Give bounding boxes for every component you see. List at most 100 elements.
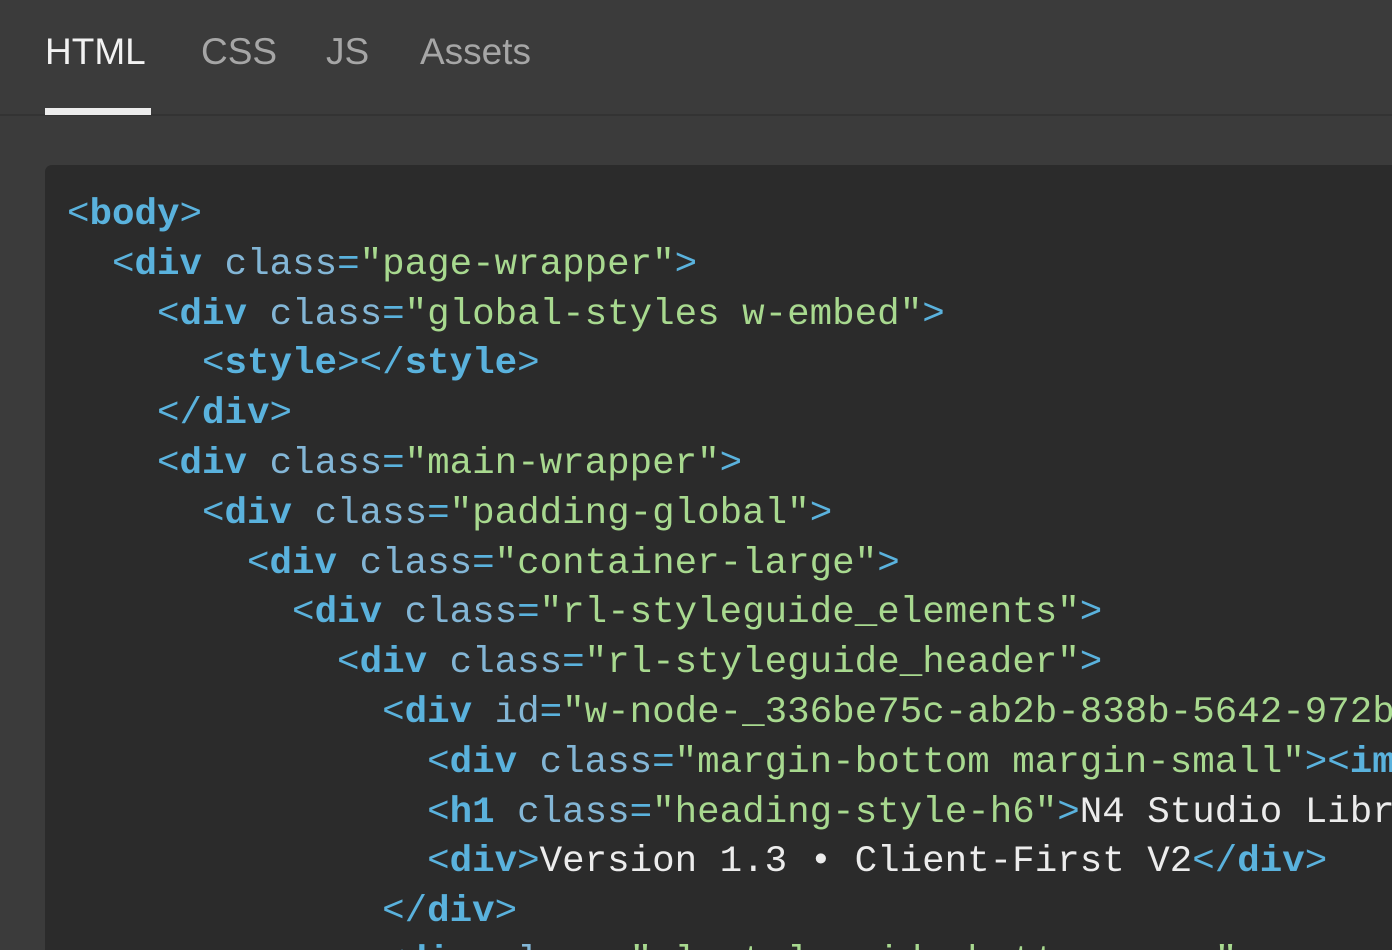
code-token: "padding-global" [449,492,810,535]
code-line[interactable]: <div class="padding-global"> [67,490,1392,540]
code-token: div [359,642,428,685]
code-line[interactable]: </div> [67,390,1392,440]
code-token: = [607,941,630,950]
code-token: class [404,592,518,635]
code-token: N4 Studio Library [1079,791,1392,834]
code-line[interactable]: <body> [67,191,1392,241]
code-token: < [337,642,360,685]
code-token: div [224,492,293,535]
code-token: > [1079,642,1103,685]
code-token: < [67,194,90,236]
code-token: = [472,542,495,585]
code-token: = [562,642,585,685]
tab-css[interactable]: CSS [201,30,277,74]
code-token: div [179,293,248,336]
code-token: > [517,841,540,884]
code-token: div [449,741,518,784]
code-token: "rl-styleguide_elements" [539,592,1080,635]
code-token: < [382,941,405,950]
code-token: "global-styles w-embed" [404,293,923,336]
code-panel[interactable]: <body> <div class="page-wrapper"> <div c… [45,165,1392,950]
code-token: > [922,293,945,336]
active-tab-indicator [45,108,151,115]
code-token: > [269,393,293,436]
code-line[interactable]: <div>Version 1.3 • Client-First V2</div> [67,838,1392,888]
tab-js[interactable]: JS [326,30,369,74]
code-token: class [539,741,653,784]
code-token: Version 1.3 • Client-First V2 [539,841,1193,884]
code-token: < [292,592,315,635]
code-token: = [652,741,675,784]
code-editor-window: HTML CSS JS Assets <body> <div class="pa… [0,0,1392,950]
code-line[interactable]: </div> [67,888,1392,938]
code-line[interactable]: <div id="w-node-_336be75c-ab2b-838b-5642… [67,689,1392,739]
code-line[interactable]: <style></style> [67,340,1392,390]
code-line[interactable]: <div class="global-styles w-embed"> [67,291,1392,341]
code-token: < [202,492,225,535]
code-token: < [157,293,180,336]
code-token: </ [382,891,428,934]
tab-html[interactable]: HTML [45,30,146,74]
code-line[interactable]: <div class="rl-styleguide_elements"> [67,589,1392,639]
code-token: "page-wrapper" [359,243,675,286]
code-token: > [877,542,900,585]
code-token: h1 [449,791,495,834]
code-line[interactable]: <div class="page-wrapper"> [67,241,1392,291]
code-token: = [539,691,563,734]
code-token: < [112,243,135,286]
code-token: div [134,243,203,286]
code-token: ></ [337,343,405,386]
code-token: "main-wrapper" [404,442,720,485]
code-token: "rl-styleguide_buttons-row" [630,941,1238,950]
code-token: class [269,442,383,485]
code-token: div [179,442,248,485]
code-line[interactable]: <div class="rl-styleguide_header"> [67,639,1392,689]
code-token: class [495,941,608,950]
code-token: = [427,492,450,535]
code-block[interactable]: <body> <div class="page-wrapper"> <div c… [67,191,1392,950]
code-token: > [674,243,698,286]
code-token: > [1057,791,1080,834]
tab-bar: HTML CSS JS Assets [0,0,1392,116]
code-token: < [157,442,180,485]
code-token: > [494,891,518,934]
code-token: </ [157,393,203,436]
code-line[interactable]: <div class="main-wrapper"> [67,440,1392,490]
code-token: class [517,791,630,834]
code-token: >< [1304,741,1350,784]
code-line[interactable]: <div class="container-large"> [67,540,1392,590]
code-token: div [449,841,518,884]
code-token: "rl-styleguide_header" [584,642,1080,685]
code-line[interactable]: <div class="margin-bottom margin-small">… [67,739,1392,789]
code-token: div [314,592,383,635]
code-token: "heading-style-h6" [652,791,1058,834]
tab-assets[interactable]: Assets [420,30,531,74]
code-token: </ [1192,841,1238,884]
code-token: class [314,492,428,535]
code-token: body [89,194,180,236]
code-token: = [629,791,653,834]
code-token: class [359,542,473,585]
code-line[interactable]: <div class="rl-styleguide_buttons-row" [67,938,1392,950]
code-line[interactable]: <h1 class="heading-style-h6">N4 Studio L… [67,789,1392,839]
code-token: > [809,492,833,535]
code-token: = [382,293,405,336]
